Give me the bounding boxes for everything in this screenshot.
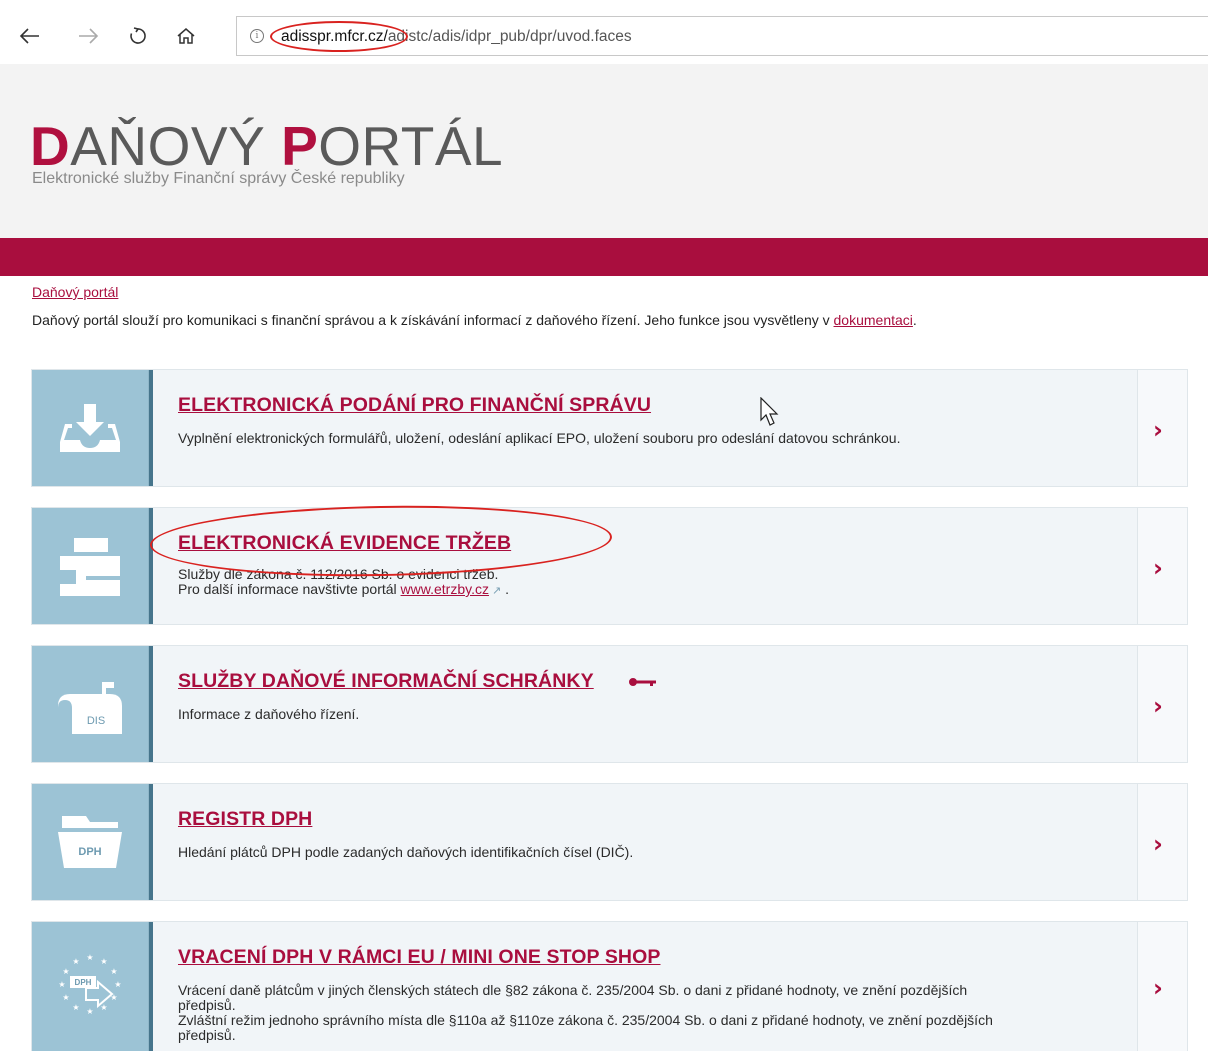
card-elektronicka-podani[interactable]: ELEKTRONICKÁ PODÁNÍ PRO FINANČNÍ SPRÁVU … (31, 369, 1188, 487)
card-divider (149, 784, 153, 900)
site-info-icon[interactable]: i (250, 29, 264, 43)
card-description-line: Pro další informace navštivte portál www… (178, 582, 509, 599)
card-title[interactable]: SLUŽBY DAŇOVÉ INFORMAČNÍ SCHRÁNKY (178, 670, 594, 693)
card-divider (149, 508, 153, 624)
card-arrow-button[interactable]: › (1137, 508, 1187, 624)
svg-text:★: ★ (114, 980, 121, 989)
card-title[interactable]: VRACENÍ DPH V RÁMCI EU / MINI ONE STOP S… (178, 946, 660, 969)
card-arrow-button[interactable]: › (1137, 784, 1187, 900)
external-link-icon: ↗ (488, 585, 502, 597)
documentation-link[interactable]: dokumentaci (834, 312, 913, 328)
card-arrow-button[interactable]: › (1137, 370, 1187, 486)
intro-text: Daňový portál slouží pro komunikaci s fi… (32, 312, 917, 328)
card-icon-box (32, 370, 149, 486)
back-arrow-icon (19, 28, 39, 44)
reload-button[interactable] (124, 22, 152, 50)
url-path: adistc/adis/idpr_pub/dpr/uvod.faces (387, 28, 632, 45)
card-description-line: předpisů. (178, 1027, 236, 1043)
card-description: Vrácení daně plátcům v jiných členských … (178, 983, 1138, 1043)
site-logo[interactable]: DAŇOVÝ PORTÁL (30, 116, 503, 176)
inbox-download-icon (60, 404, 120, 452)
card-description-line: Zvláštní režim jednoho správního místa d… (178, 1012, 993, 1028)
card-divider (149, 646, 153, 762)
folder-label: DPH (78, 846, 101, 858)
card-title[interactable]: REGISTR DPH (178, 808, 312, 831)
card-registr-dph[interactable]: DPH REGISTR DPH Hledání plátců DPH podle… (31, 783, 1188, 901)
card-arrow-button[interactable]: › (1137, 646, 1187, 762)
card-title[interactable]: ELEKTRONICKÁ PODÁNÍ PRO FINANČNÍ SPRÁVU (178, 394, 651, 417)
svg-text:★: ★ (110, 967, 117, 976)
eu-stars-icon: ★ ★★★ ★★★★ ★★★★ DPH (58, 953, 121, 1016)
cash-register-icon (60, 538, 120, 596)
intro-body: Daňový portál slouží pro komunikaci s fi… (32, 312, 834, 328)
site-header: DAŇOVÝ PORTÁL Elektronické služby Finanč… (0, 64, 1208, 238)
card-icon-box: ★ ★ ★ ★ ★ ★ ★ ★ ★ ★ ★ ★ DPH (32, 922, 149, 1051)
card-icon-box: DPH (32, 784, 149, 900)
svg-text:★: ★ (100, 1003, 107, 1012)
card-dis[interactable]: DIS SLUŽBY DAŇOVÉ INFORMAČNÍ SCHRÁNKY In… (31, 645, 1188, 763)
mailbox-icon: DIS (58, 682, 122, 734)
svg-text:★: ★ (62, 967, 69, 976)
svg-text:★: ★ (86, 953, 93, 962)
svg-text:★: ★ (86, 1007, 93, 1016)
svg-text:★: ★ (72, 957, 79, 966)
home-button[interactable] (172, 22, 200, 50)
mailbox-label: DIS (87, 715, 105, 727)
etrzby-link[interactable]: www.etrzby.cz (401, 581, 489, 597)
card-description: Informace z daňového řízení. (178, 706, 360, 722)
logo-letter-d: D (30, 115, 71, 177)
breadcrumb[interactable]: Daňový portál (32, 284, 118, 300)
mouse-cursor-icon (760, 397, 779, 426)
card-description: Hledání plátců DPH podle zadaných daňový… (178, 844, 634, 860)
intro-suffix: . (912, 312, 917, 328)
chevron-right-icon: › (1153, 416, 1163, 444)
annotation-oval-url (270, 21, 408, 52)
folder-icon: DPH (58, 816, 122, 868)
card-icon-box (32, 508, 149, 624)
svg-text:★: ★ (58, 980, 65, 989)
chevron-right-icon: › (1153, 830, 1163, 858)
eu-icon-label: DPH (75, 978, 92, 987)
logo-text-part2: ORTÁL (318, 115, 504, 177)
card-arrow-button[interactable]: › (1137, 922, 1187, 1051)
chevron-right-icon: › (1153, 974, 1163, 1002)
chevron-right-icon: › (1153, 554, 1163, 582)
home-icon (177, 28, 195, 44)
card-description-line: Vrácení daně plátcům v jiných členských … (178, 982, 968, 998)
card-icon-box: DIS (32, 646, 149, 762)
browser-toolbar: i adisspr.mfcr.cz/adistc/adis/idpr_pub/d… (0, 0, 1208, 64)
chevron-right-icon: › (1153, 692, 1163, 720)
forward-arrow-icon (79, 28, 99, 44)
svg-text:★: ★ (100, 957, 107, 966)
key-icon (629, 678, 656, 686)
card-divider (149, 370, 153, 486)
card-description-prefix: Pro další informace navštivte portál (178, 581, 401, 597)
header-bar (0, 238, 1208, 276)
svg-text:★: ★ (72, 1003, 79, 1012)
reload-icon (130, 27, 146, 44)
card-description-line: předpisů. (178, 997, 236, 1013)
logo-text-part1: AŇOVÝ (70, 115, 282, 177)
logo-letter-p: P (281, 115, 319, 177)
card-description: Vyplnění elektronických formulářů, ulože… (178, 430, 901, 446)
card-vraceni-dph[interactable]: ★ ★ ★ ★ ★ ★ ★ ★ ★ ★ ★ ★ DPH VRACENÍ DPH V RÁMCI E… (31, 921, 1188, 1051)
back-button[interactable] (16, 22, 44, 50)
site-subtitle: Elektronické služby Finanční správy Česk… (32, 170, 405, 187)
card-divider (149, 922, 153, 1051)
card-description-suffix: . (501, 581, 510, 597)
svg-text:★: ★ (62, 993, 69, 1002)
forward-button[interactable] (74, 22, 102, 50)
